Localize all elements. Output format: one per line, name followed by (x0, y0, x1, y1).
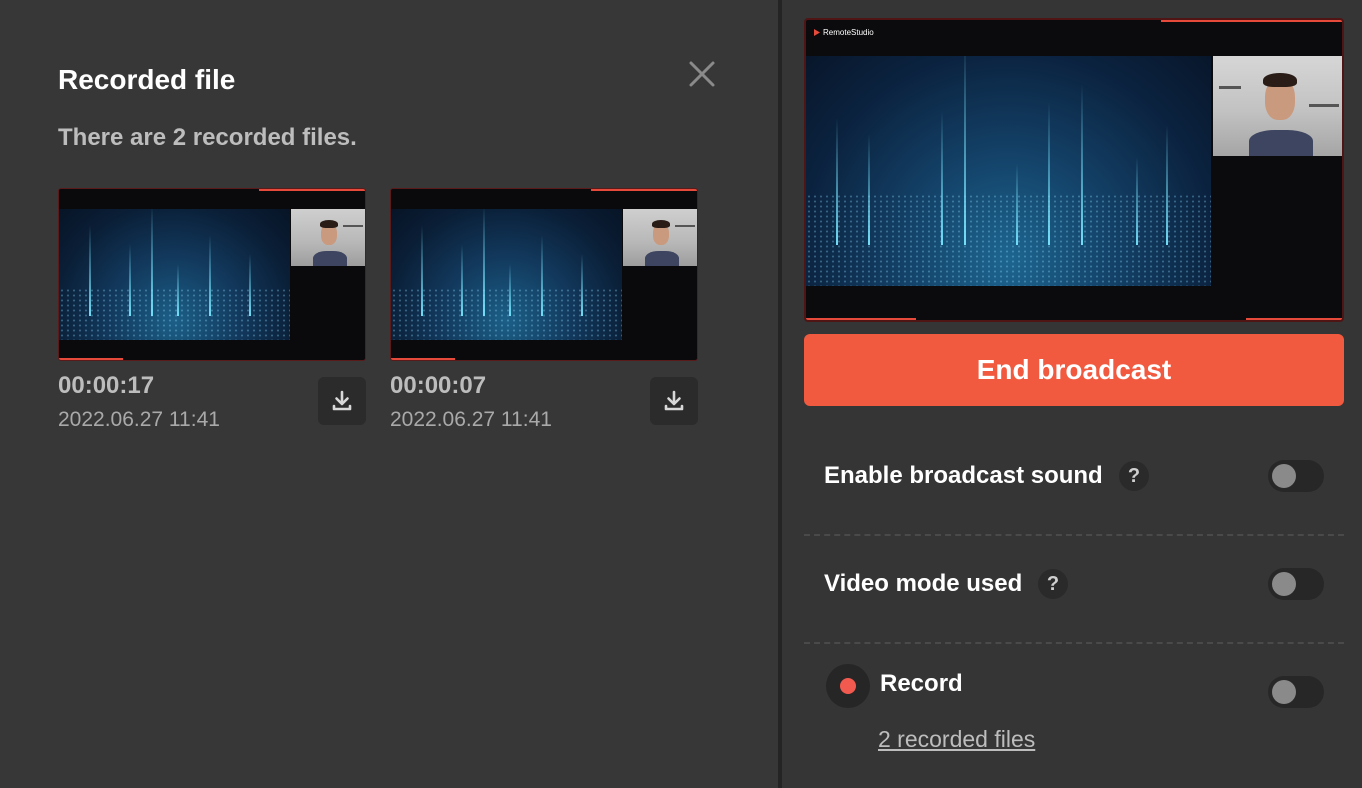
recorded-file-card: 00:00:07 2022.06.27 11:41 (390, 188, 698, 431)
recording-thumbnail[interactable] (58, 188, 366, 361)
recording-duration: 00:00:17 (58, 372, 155, 399)
recording-date: 2022.06.27 11:41 (390, 408, 552, 431)
recording-date: 2022.06.27 11:41 (58, 408, 220, 431)
close-button[interactable] (684, 56, 720, 92)
brand-logo: RemoteStudio (814, 28, 874, 37)
recorded-files-link[interactable]: 2 recorded files (878, 726, 1035, 753)
recording-duration: 00:00:07 (390, 372, 487, 399)
video-mode-row: Video mode used ? (804, 566, 1344, 606)
record-row (804, 674, 1344, 708)
app-root: Recorded file There are 2 recorded files… (0, 0, 1362, 788)
broadcast-sound-toggle[interactable] (1268, 460, 1324, 492)
end-broadcast-button[interactable]: End broadcast (804, 334, 1344, 406)
divider-dashed (804, 642, 1344, 644)
broadcast-preview: RemoteStudio (804, 18, 1344, 322)
brand-name: RemoteStudio (823, 28, 874, 37)
help-icon[interactable]: ? (1038, 569, 1068, 599)
help-icon[interactable]: ? (1119, 461, 1149, 491)
preview-background-scene (806, 56, 1211, 286)
close-icon (689, 61, 715, 87)
download-button[interactable] (650, 377, 698, 425)
recorded-file-panel: Recorded file There are 2 recorded files… (0, 0, 778, 788)
broadcast-control-panel: RemoteStudio End broadcast Enable broadc… (782, 0, 1362, 788)
download-icon (664, 390, 684, 411)
download-icon (332, 390, 352, 411)
video-mode-toggle[interactable] (1268, 568, 1324, 600)
broadcast-sound-row: Enable broadcast sound ? (804, 458, 1344, 498)
video-mode-label: Video mode used (824, 570, 1023, 597)
panel-title: Recorded file (58, 64, 236, 95)
brand-mark-icon (814, 29, 820, 36)
record-toggle[interactable] (1268, 676, 1324, 708)
divider-dashed (804, 534, 1344, 536)
recording-thumbnail[interactable] (390, 188, 698, 361)
recorded-file-card: 00:00:17 2022.06.27 11:41 (58, 188, 366, 431)
recorded-count-text: There are 2 recorded files. (58, 124, 357, 151)
download-button[interactable] (318, 377, 366, 425)
broadcast-sound-label: Enable broadcast sound (824, 462, 1103, 489)
camera-feed (1213, 56, 1342, 156)
